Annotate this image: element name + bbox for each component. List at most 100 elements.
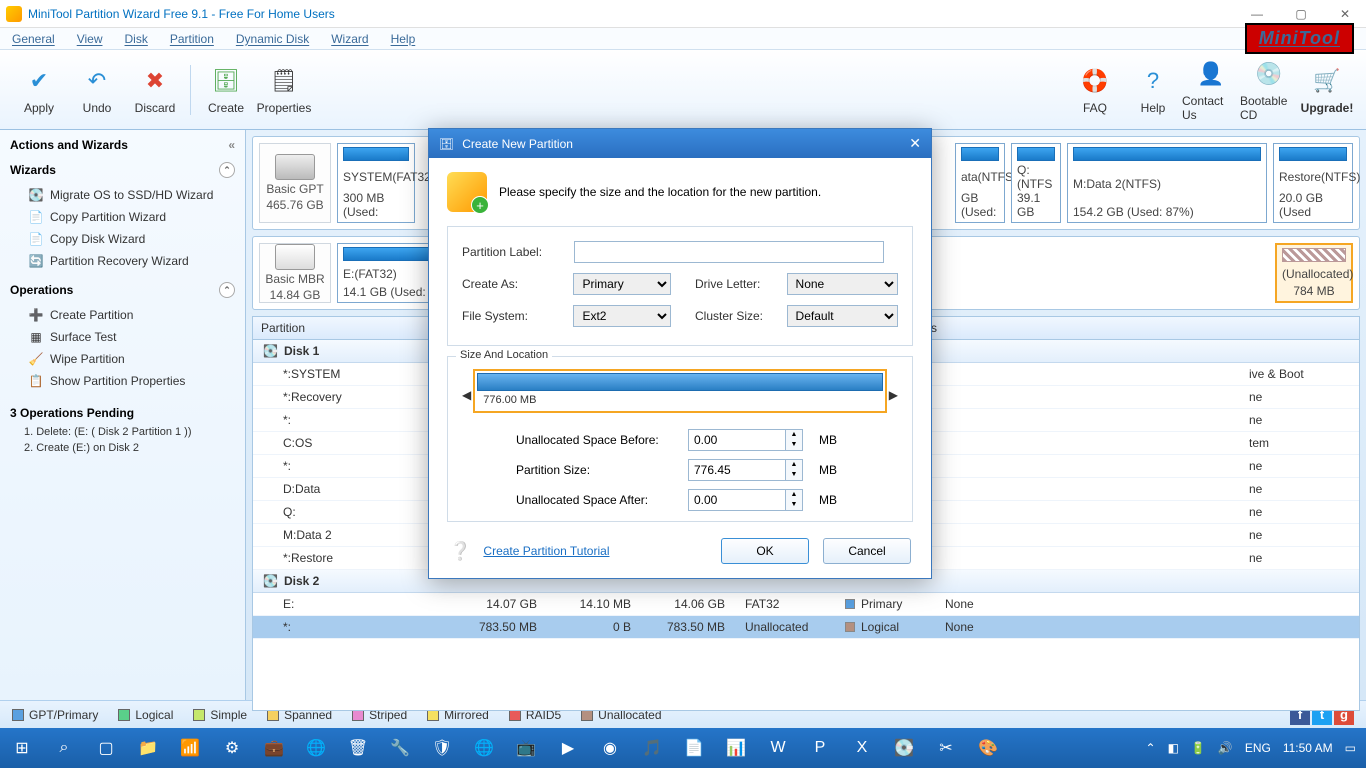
drive-letter-select[interactable]: None	[787, 273, 898, 295]
tray-chevron-icon[interactable]: ⌃	[1146, 741, 1156, 755]
usb-icon	[275, 244, 315, 270]
taskbar-app[interactable]: X	[842, 730, 882, 766]
sidebar: Actions and Wizards« Wizards⌃ 💽Migrate O…	[0, 130, 246, 700]
partition-box[interactable]: ata(NTFS)GB (Used:	[955, 143, 1005, 223]
taskbar-app[interactable]: 📺	[506, 730, 546, 766]
wizard-recovery[interactable]: 🔄Partition Recovery Wizard	[10, 250, 235, 272]
taskbar-app[interactable]: 📄	[674, 730, 714, 766]
taskbar-app[interactable]: ⚙	[212, 730, 252, 766]
maximize-button[interactable]: ▢	[1286, 7, 1316, 21]
table-row[interactable]: *:783.50 MB0 B783.50 MBUnallocatedLogica…	[253, 616, 1359, 639]
chevron-left-icon[interactable]: «	[228, 138, 235, 152]
taskbar-app[interactable]: 🌐	[464, 730, 504, 766]
dialog-close-button[interactable]: ✕	[909, 135, 921, 152]
taskbar-app[interactable]: 📶	[170, 730, 210, 766]
spinner[interactable]: ▲▼	[786, 489, 803, 511]
tray-notifications-icon[interactable]: ▭	[1345, 741, 1356, 755]
menu-view[interactable]: View	[77, 32, 103, 46]
menu-dynamic-disk[interactable]: Dynamic Disk	[236, 32, 309, 46]
help-icon: ?	[1137, 65, 1169, 97]
taskbar-app[interactable]: 🌐	[296, 730, 336, 766]
disk-icon-1[interactable]: Basic GPT 465.76 GB	[259, 143, 331, 223]
menu-help[interactable]: Help	[391, 32, 416, 46]
minimize-button[interactable]: —	[1242, 7, 1272, 21]
ok-button[interactable]: OK	[721, 538, 809, 564]
taskbar-app[interactable]: 🔧	[380, 730, 420, 766]
taskbar-app[interactable]: 🎨	[968, 730, 1008, 766]
partition-size-bar[interactable]: 776.00 MB	[473, 369, 887, 413]
space-before-input[interactable]	[688, 429, 786, 451]
taskbar-app[interactable]: ✂	[926, 730, 966, 766]
properties-icon: 🗒	[268, 65, 300, 97]
erase-icon: 🧹	[28, 351, 44, 367]
spinner[interactable]: ▲▼	[786, 459, 803, 481]
pending-item[interactable]: 1. Delete: (E: ( Disk 2 Partition 1 ))	[10, 424, 235, 440]
menu-general[interactable]: General	[12, 32, 55, 46]
create-button[interactable]: 🗄Create	[197, 65, 255, 115]
op-surface-test[interactable]: ▦Surface Test	[10, 326, 235, 348]
close-button[interactable]: ✕	[1330, 7, 1360, 21]
partition-size-input[interactable]	[688, 459, 786, 481]
cluster-size-select[interactable]: Default	[787, 305, 898, 327]
recover-icon: 🔄	[28, 253, 44, 269]
tray-battery-icon[interactable]: 🔋	[1191, 741, 1206, 755]
filesystem-select[interactable]: Ext2	[573, 305, 671, 327]
taskbar-app[interactable]: 🎵	[632, 730, 672, 766]
discard-button[interactable]: ✖Discard	[126, 65, 184, 115]
tutorial-link[interactable]: Create Partition Tutorial	[483, 544, 609, 558]
partition-box[interactable]: Q:(NTFS39.1 GB	[1011, 143, 1061, 223]
undo-button[interactable]: ↶Undo	[68, 65, 126, 115]
cancel-button[interactable]: Cancel	[823, 538, 911, 564]
legend-item: GPT/Primary	[12, 708, 98, 722]
taskbar-app[interactable]: P	[800, 730, 840, 766]
menu-partition[interactable]: Partition	[170, 32, 214, 46]
resize-left-icon[interactable]: ◀	[462, 388, 471, 402]
menu-disk[interactable]: Disk	[125, 32, 148, 46]
partition-box-unallocated[interactable]: (Unallocated)784 MB	[1275, 243, 1353, 303]
taskbar-app[interactable]: 💽	[884, 730, 924, 766]
taskbar-app[interactable]: 🛡	[422, 730, 462, 766]
contact-button[interactable]: 👤Contact Us	[1182, 58, 1240, 122]
search-button[interactable]: ⌕	[44, 730, 84, 766]
wizard-copy-partition[interactable]: 📄Copy Partition Wizard	[10, 206, 235, 228]
tray-lang[interactable]: ENG	[1245, 741, 1271, 755]
taskbar-app[interactable]: 🗑	[338, 730, 378, 766]
partition-box[interactable]: M:Data 2(NTFS)154.2 GB (Used: 87%)	[1067, 143, 1267, 223]
create-as-select[interactable]: Primary	[573, 273, 671, 295]
menu-wizard[interactable]: Wizard	[331, 32, 368, 46]
tray-time[interactable]: 11:50 AM	[1283, 741, 1333, 755]
partition-label-input[interactable]	[574, 241, 884, 263]
op-show-properties[interactable]: 📋Show Partition Properties	[10, 370, 235, 392]
space-after-input[interactable]	[688, 489, 786, 511]
taskbar-app[interactable]: ▶	[548, 730, 588, 766]
wizard-migrate-os[interactable]: 💽Migrate OS to SSD/HD Wizard	[10, 184, 235, 206]
table-row[interactable]: E:14.07 GB14.10 MB14.06 GBFAT32PrimaryNo…	[253, 593, 1359, 616]
collapse-icon[interactable]: ⌃	[219, 162, 235, 178]
task-view-button[interactable]: ▢	[86, 730, 126, 766]
pending-item[interactable]: 2. Create (E:) on Disk 2	[10, 440, 235, 456]
resize-right-icon[interactable]: ▶	[889, 388, 898, 402]
upgrade-button[interactable]: 🛒Upgrade!	[1298, 65, 1356, 115]
taskbar-app[interactable]: 📁	[128, 730, 168, 766]
collapse-icon[interactable]: ⌃	[219, 282, 235, 298]
partition-box[interactable]: SYSTEM(FAT32)300 MB (Used:	[337, 143, 415, 223]
tray-icon[interactable]: ◧	[1168, 741, 1179, 755]
partition-box[interactable]: Restore(NTFS)20.0 GB (Used	[1273, 143, 1353, 223]
taskbar-app[interactable]: W	[758, 730, 798, 766]
disk-icon-2[interactable]: Basic MBR 14.84 GB	[259, 243, 331, 303]
help-button[interactable]: ?Help	[1124, 65, 1182, 115]
taskbar-app[interactable]: 📊	[716, 730, 756, 766]
plus-icon: ➕	[28, 307, 44, 323]
wizard-copy-disk[interactable]: 📄Copy Disk Wizard	[10, 228, 235, 250]
op-create-partition[interactable]: ➕Create Partition	[10, 304, 235, 326]
tray-volume-icon[interactable]: 🔊	[1218, 741, 1233, 755]
spinner[interactable]: ▲▼	[786, 429, 803, 451]
apply-button[interactable]: ✔Apply	[10, 65, 68, 115]
faq-button[interactable]: 🛟FAQ	[1066, 65, 1124, 115]
taskbar-app[interactable]: ◉	[590, 730, 630, 766]
start-button[interactable]: ⊞	[2, 730, 42, 766]
taskbar-app[interactable]: 💼	[254, 730, 294, 766]
op-wipe-partition[interactable]: 🧹Wipe Partition	[10, 348, 235, 370]
properties-button[interactable]: 🗒Properties	[255, 65, 313, 115]
bootable-cd-button[interactable]: 💿Bootable CD	[1240, 58, 1298, 122]
